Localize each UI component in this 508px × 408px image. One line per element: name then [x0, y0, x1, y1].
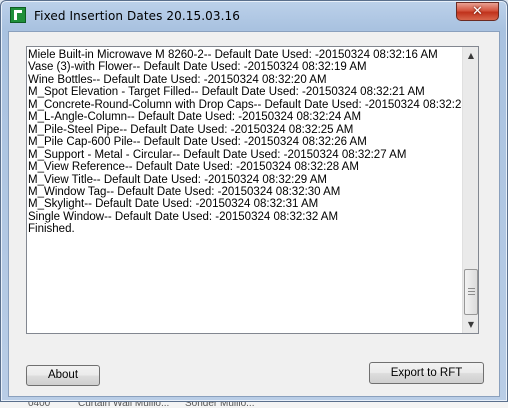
close-icon: ✕ [472, 4, 483, 19]
log-line: M_L-Angle-Column-- Default Date Used: -2… [28, 111, 362, 124]
log-textbox[interactable]: Miele Built-in Microwave M 8260-2-- Defa… [26, 46, 479, 334]
log-line: M_View Title-- Default Date Used: -20150… [28, 173, 327, 186]
window-title: Fixed Insertion Dates 20.15.03.16 [34, 9, 240, 23]
dialog-window: Fixed Insertion Dates 20.15.03.16 ✕ Miel… [0, 0, 508, 402]
dialog-client-area: Miele Built-in Microwave M 8260-2-- Defa… [8, 31, 500, 397]
log-line: Miele Built-in Microwave M 8260-2-- Defa… [28, 49, 438, 61]
about-button[interactable]: About [26, 365, 100, 386]
grip-line [468, 294, 475, 295]
log-line: M_Support - Metal - Circular-- Default D… [28, 148, 407, 161]
close-button[interactable]: ✕ [456, 2, 499, 21]
scroll-down-icon[interactable]: ▼ [463, 316, 478, 333]
scrollbar-thumb[interactable] [464, 269, 478, 315]
log-line: Vase (3)-with Flower-- Default Date Used… [28, 61, 367, 74]
log-line: M_Window Tag-- Default Date Used: -20150… [28, 185, 341, 198]
log-line: Wine Bottles-- Default Date Used: -20150… [28, 73, 327, 86]
revit-tools-icon [10, 7, 26, 23]
grip-line [468, 288, 475, 289]
scroll-up-icon[interactable]: ▲ [463, 47, 478, 64]
log-line: M_View Reference-- Default Date Used: -2… [28, 161, 359, 174]
log-line: M_Pile-Steel Pipe-- Default Date Used: -… [28, 123, 354, 136]
export-to-rft-button[interactable]: Export to RFT [369, 362, 484, 384]
log-line: M_Pile Cap-600 Pile-- Default Date Used:… [28, 136, 367, 149]
log-line: Single Window-- Default Date Used: -2015… [28, 210, 339, 223]
log-line: M_Spot Elevation - Target Filled-- Defau… [28, 86, 425, 99]
grip-line [468, 291, 475, 292]
log-lines: Miele Built-in Microwave M 8260-2-- Defa… [28, 49, 478, 236]
title-bar[interactable]: Fixed Insertion Dates 20.15.03.16 ✕ [1, 1, 507, 31]
vertical-scrollbar[interactable]: ▲ ▼ [462, 47, 478, 333]
log-line: M_Skylight-- Default Date Used: -2015032… [28, 198, 319, 211]
log-line: M_Concrete-Round-Column with Drop Caps--… [28, 98, 479, 111]
log-line: Finished. [28, 223, 75, 236]
